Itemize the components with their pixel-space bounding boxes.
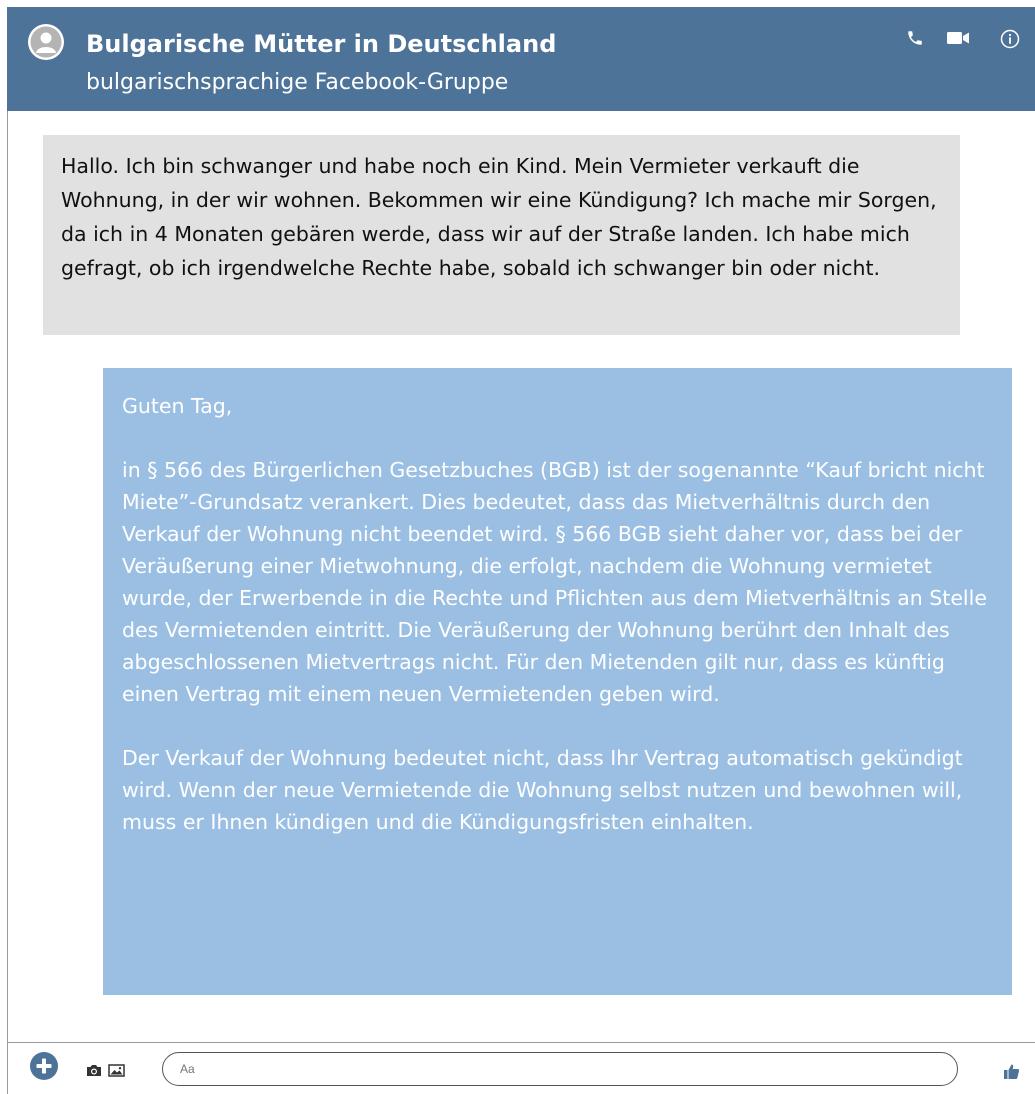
info-icon[interactable]	[1000, 29, 1020, 49]
avatar[interactable]	[27, 23, 65, 61]
camera-icon[interactable]	[86, 1064, 102, 1077]
chat-subtitle: bulgarischsprachige Facebook-Gruppe	[86, 70, 509, 95]
plus-icon[interactable]	[29, 1051, 59, 1081]
video-camera-icon[interactable]	[946, 30, 970, 46]
thumbs-up-icon[interactable]	[1003, 1063, 1020, 1080]
incoming-message: Hallo. Ich bin schwanger und habe noch e…	[43, 135, 960, 335]
phone-icon[interactable]	[906, 29, 924, 47]
reply-greeting: Guten Tag,	[122, 394, 233, 418]
reply-paragraph-1: in § 566 des Bürgerlichen Gesetzbuches (…	[122, 458, 987, 706]
reply-paragraph-2: Der Verkauf der Wohnung bedeutet nicht, …	[122, 746, 963, 834]
image-icon[interactable]	[108, 1064, 125, 1077]
chat-title: Bulgarische Mütter in Deutschland	[86, 30, 557, 58]
chat-header: Bulgarische Mütter in Deutschland bulgar…	[7, 7, 1035, 111]
outgoing-message: Guten Tag, in § 566 des Bürgerlichen Ges…	[103, 368, 1012, 995]
incoming-message-text: Hallo. Ich bin schwanger und habe noch e…	[61, 154, 937, 280]
message-input[interactable]	[162, 1052, 958, 1086]
